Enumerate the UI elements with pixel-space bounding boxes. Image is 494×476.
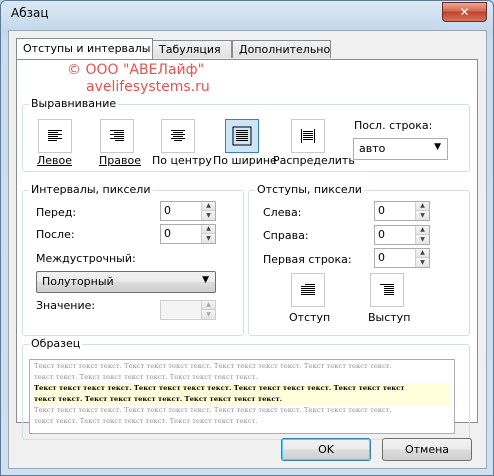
spin-up-icon[interactable]: ▲ <box>416 249 429 258</box>
last-line-select[interactable]: авто ▼ <box>353 138 448 160</box>
after-label: После: <box>36 228 75 241</box>
line-spacing-label: Междустрочный: <box>36 252 136 265</box>
spin-up-icon[interactable]: ▲ <box>202 225 215 234</box>
align-left-icon <box>48 130 62 141</box>
spacing-group: Интервалы, пиксели Перед: 0 ▲ ▼ После: 0 … <box>22 183 244 336</box>
close-button[interactable]: ✕ <box>442 2 487 22</box>
spin-up-icon[interactable]: ▲ <box>416 202 429 211</box>
align-justify-icon <box>232 126 252 146</box>
spin-down-icon[interactable]: ▼ <box>202 310 215 319</box>
sample-next-line: текст текст. Текст текст текст текст. Те… <box>34 417 258 425</box>
align-right-icon <box>110 130 124 141</box>
spin-up-icon[interactable]: ▲ <box>416 226 429 235</box>
sample-preview: Текст текст текст текст. Текст текст тек… <box>29 359 455 434</box>
left-indent-spinner[interactable]: 0 ▲ ▼ <box>374 201 430 221</box>
tab-tabulation[interactable]: Табуляция <box>152 40 232 58</box>
last-line-label: Посл. строка: <box>354 119 433 132</box>
sample-current-line: Текст текст текст текст. Текст текст тек… <box>34 383 450 394</box>
spin-down-icon[interactable]: ▼ <box>416 258 429 267</box>
left-indent-value: 0 <box>378 204 385 217</box>
title-bar[interactable]: Абзац ✕ <box>1 1 493 25</box>
value-label: Значение: <box>36 299 96 312</box>
chevron-down-icon: ▼ <box>434 142 441 152</box>
watermark-line2: avelifesystems.ru <box>86 79 210 95</box>
sample-prev-line: текст текст. Текст текст текст текст. Те… <box>34 373 258 381</box>
spin-up-icon[interactable]: ▲ <box>202 301 215 310</box>
tab-indents-spacing[interactable]: Отступы и интервалы <box>16 38 153 59</box>
spin-up-icon[interactable]: ▲ <box>202 202 215 211</box>
last-line-value: авто <box>359 142 386 155</box>
spin-down-icon[interactable]: ▼ <box>416 211 429 220</box>
paragraph-dialog: Абзац ✕ Отступы и интервалы Табуляция До… <box>0 0 494 476</box>
watermark-line1: © ООО "АВЕЛайф" <box>67 62 205 78</box>
spacing-legend: Интервалы, пиксели <box>29 183 153 196</box>
align-center-label: По центру <box>152 154 212 167</box>
sample-legend: Образец <box>29 337 83 350</box>
spin-down-icon[interactable]: ▼ <box>202 234 215 243</box>
right-indent-label: Справа: <box>263 229 309 242</box>
align-distribute-label: Распределить <box>273 154 355 167</box>
alignment-legend: Выравнивание <box>29 97 119 110</box>
outdent-button[interactable] <box>370 273 404 307</box>
sample-next-line: Текст текст текст текст. Текст текст тек… <box>34 406 392 414</box>
left-indent-label: Слева: <box>263 206 302 219</box>
sample-prev-line: Текст текст текст текст. Текст текст тек… <box>34 362 392 370</box>
chevron-down-icon: ▼ <box>202 275 209 285</box>
tab-panel: © ООО "АВЕЛайф" avelifesystems.ru Выравн… <box>16 59 478 440</box>
sample-group: Образец Текст текст текст текст. Текст т… <box>22 337 470 440</box>
after-spinner[interactable]: 0 ▲ ▼ <box>160 224 216 244</box>
outdent-icon <box>380 284 394 295</box>
align-right-button[interactable] <box>100 119 134 153</box>
align-center-button[interactable] <box>161 119 195 153</box>
line-spacing-value: Полуторный <box>42 275 114 288</box>
dialog-client: Отступы и интервалы Табуляция Дополнител… <box>8 30 487 469</box>
tab-advanced[interactable]: Дополнительно <box>232 40 331 58</box>
line-spacing-select[interactable]: Полуторный ▼ <box>36 271 216 293</box>
close-icon: ✕ <box>459 5 470 19</box>
alignment-group: Выравнивание Левое Правое По центру По ш… <box>22 97 470 172</box>
indent-icon <box>301 284 315 295</box>
before-spinner[interactable]: 0 ▲ ▼ <box>160 201 216 221</box>
align-justify-label: По ширине <box>213 154 277 167</box>
align-distribute-button[interactable] <box>291 119 325 153</box>
value-spinner[interactable]: ▲ ▼ <box>160 300 216 320</box>
right-indent-value: 0 <box>378 228 385 241</box>
indents-group: Отступы, пиксели Слева: 0 ▲ ▼ Справа: 0 ▲… <box>248 183 470 336</box>
first-line-spinner[interactable]: 0 ▲ ▼ <box>374 248 430 268</box>
align-center-icon <box>171 130 185 141</box>
indent-button[interactable] <box>291 273 325 307</box>
align-left-label: Левое <box>37 154 73 167</box>
first-line-value: 0 <box>378 251 385 264</box>
indents-legend: Отступы, пиксели <box>255 183 364 196</box>
spin-down-icon[interactable]: ▼ <box>202 211 215 220</box>
outdent-label: Выступ <box>368 311 411 324</box>
right-indent-spinner[interactable]: 0 ▲ ▼ <box>374 225 430 245</box>
ok-button[interactable]: OK <box>281 438 371 461</box>
cancel-button[interactable]: Отмена <box>382 438 472 461</box>
before-value: 0 <box>164 204 171 217</box>
first-line-label: Первая строка: <box>263 253 352 266</box>
align-left-button[interactable] <box>38 119 72 153</box>
before-label: Перед: <box>36 206 77 219</box>
indent-label: Отступ <box>289 311 331 324</box>
sample-current-line: текст текст. Текст текст текст текст. Те… <box>34 394 450 405</box>
align-distribute-icon <box>301 129 315 143</box>
align-justify-button[interactable] <box>225 119 259 153</box>
window-title: Абзац <box>11 6 49 20</box>
spin-down-icon[interactable]: ▼ <box>416 235 429 244</box>
align-right-label: Правое <box>99 154 141 167</box>
after-value: 0 <box>164 227 171 240</box>
